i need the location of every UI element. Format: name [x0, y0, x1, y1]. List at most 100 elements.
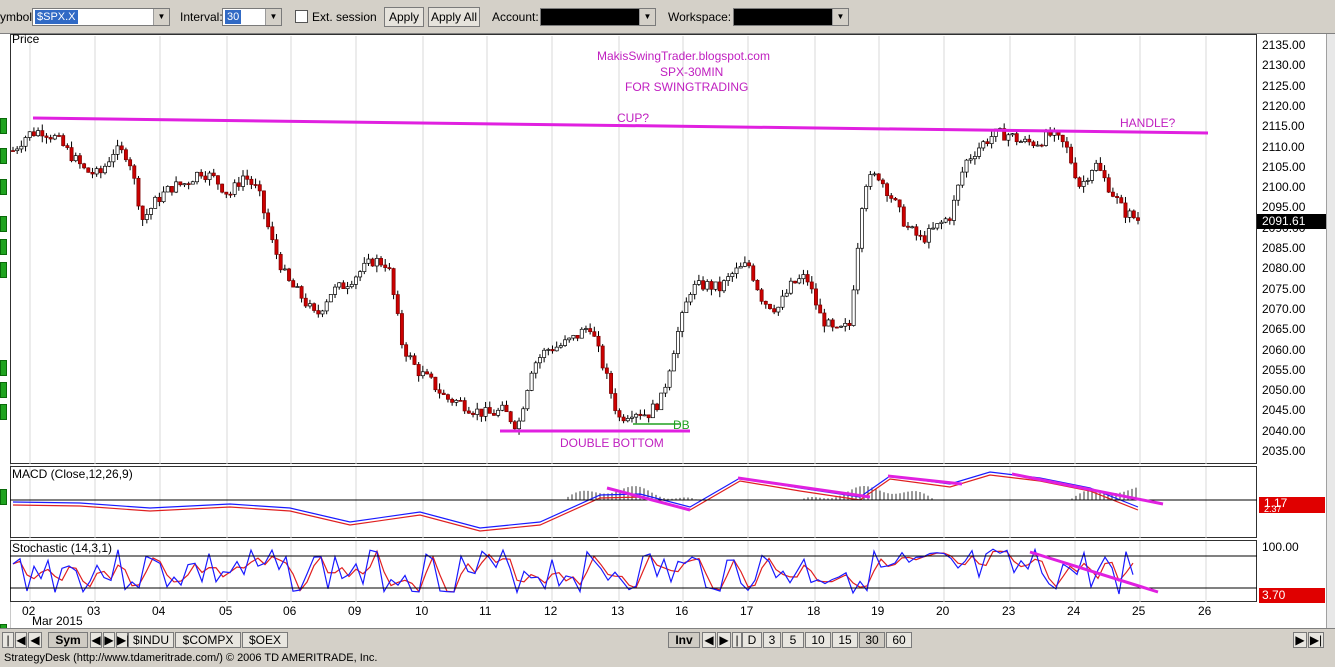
tab-oex[interactable]: $OEX	[242, 632, 288, 648]
candle	[425, 371, 429, 375]
candle	[345, 286, 350, 290]
candle	[466, 410, 471, 414]
candle	[701, 280, 706, 290]
candle	[692, 284, 697, 295]
annotation-double-bottom: DOUBLE BOTTOM	[560, 436, 664, 450]
interval-d-button[interactable]: D	[742, 632, 762, 648]
candle	[1090, 170, 1094, 181]
candle	[261, 190, 266, 214]
candle	[964, 159, 969, 173]
candle	[215, 175, 220, 185]
candle	[943, 218, 948, 223]
candle	[399, 313, 404, 346]
price-axis-tick: 2055.00	[1262, 362, 1306, 377]
candle	[291, 280, 296, 288]
candle	[366, 258, 371, 264]
prev-button[interactable]: ◀	[15, 632, 27, 648]
candle	[195, 171, 199, 183]
candle	[780, 295, 785, 308]
candle	[471, 412, 475, 415]
candle	[914, 226, 919, 236]
sym-button[interactable]: Sym	[48, 632, 88, 648]
candle	[855, 247, 860, 291]
candle	[872, 173, 877, 176]
interval-60-button[interactable]: 60	[886, 632, 912, 648]
candle	[1081, 180, 1086, 187]
candle	[241, 175, 245, 187]
candle	[19, 145, 24, 150]
candle	[383, 264, 388, 268]
candle	[1131, 210, 1136, 219]
candle	[253, 184, 258, 186]
candle	[784, 292, 789, 297]
interval-10-button[interactable]: 10	[805, 632, 831, 648]
candle	[487, 407, 492, 414]
candle	[596, 335, 601, 347]
candle	[625, 418, 630, 422]
candle	[893, 198, 898, 201]
scroll-right-button[interactable]: ▶	[1293, 632, 1307, 648]
first-button[interactable]: |◀	[2, 632, 14, 661]
bottom-bar: |◀ ◀ ◀ Sym ◀ ▶ ▶| $INDU $COMPX $OEX Inv …	[0, 628, 1335, 661]
candle	[630, 416, 634, 419]
sym-next-button[interactable]: ▶	[103, 632, 115, 648]
candle	[211, 172, 216, 177]
candle	[659, 392, 664, 411]
stoch-value-badge: 3.70	[1259, 588, 1325, 603]
candle	[1044, 131, 1048, 146]
inv-next-button[interactable]: ▶	[717, 632, 731, 648]
candle	[726, 276, 731, 282]
inv-last-button[interactable]: |	[732, 632, 742, 648]
candle	[161, 191, 166, 203]
candle	[901, 206, 906, 227]
candle	[69, 147, 74, 162]
tab-compx[interactable]: $COMPX	[175, 632, 241, 648]
candle	[793, 280, 798, 284]
tab-indu[interactable]: $INDU	[128, 632, 174, 648]
candle	[303, 297, 308, 307]
candle	[684, 301, 689, 313]
candle	[730, 273, 735, 277]
candle	[680, 312, 685, 332]
candle	[705, 281, 710, 290]
candle	[956, 184, 961, 201]
price-axis-tick: 2110.00	[1262, 139, 1305, 154]
candle	[839, 325, 844, 328]
candle	[717, 281, 722, 292]
inv-prev-button[interactable]: ◀	[702, 632, 716, 648]
price-axis-tick: 2135.00	[1262, 38, 1306, 52]
scroll-end-button[interactable]: ▶|	[1308, 632, 1324, 648]
candle	[186, 183, 191, 185]
candle	[1127, 210, 1132, 218]
time-axis-tick: 26	[1198, 604, 1212, 618]
candle	[910, 226, 915, 229]
candle	[165, 186, 170, 193]
candle	[671, 353, 676, 372]
price-axis-tick: 2050.00	[1262, 383, 1306, 398]
candle	[420, 371, 425, 377]
candle	[249, 178, 254, 185]
candle	[588, 328, 593, 333]
interval-30-button[interactable]: 30	[859, 632, 885, 648]
price-axis[interactable]: 2135.00 2130.00 2125.00 2120.00 2115.00 2110.…	[1257, 34, 1326, 600]
candle	[768, 303, 772, 309]
candle	[1023, 138, 1028, 142]
sym-prev-button[interactable]: ◀	[90, 632, 102, 648]
sym-last-button[interactable]: ▶|	[116, 632, 129, 648]
candle	[525, 390, 530, 410]
candle	[1010, 133, 1015, 136]
candle	[521, 408, 526, 422]
candle	[458, 400, 463, 402]
candle	[952, 199, 956, 221]
chart-canvas[interactable]	[0, 0, 1335, 667]
back-button[interactable]: ◀	[28, 632, 42, 648]
inv-button[interactable]: Inv	[668, 632, 700, 648]
candle	[822, 312, 827, 327]
candle	[609, 373, 613, 394]
time-axis-tick: 16	[675, 604, 689, 618]
candle	[224, 191, 229, 195]
interval-5-button[interactable]: 5	[782, 632, 804, 648]
candle	[579, 328, 584, 339]
interval-3-button[interactable]: 3	[763, 632, 781, 648]
interval-15-button[interactable]: 15	[832, 632, 858, 648]
